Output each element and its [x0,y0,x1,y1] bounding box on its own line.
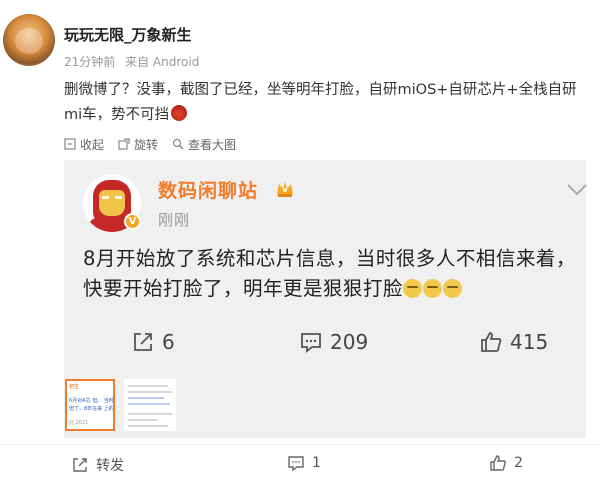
card-repost-count: 6 [162,330,175,354]
chevron-down-icon[interactable] [566,183,588,197]
card-text: 8月开始放了系统和芯片信息，当时很多人不相信来着，快要开始打脸了，明年更是狠狠打… [83,244,583,304]
card-repost-button[interactable]: 6 [132,330,175,354]
doge-emoji-icon [443,279,463,298]
author-avatar[interactable] [3,14,55,66]
repost-icon [134,333,152,351]
doge-emoji-icon [403,279,423,298]
card-text-content: 8月开始放了系统和芯片信息，当时很多人不相信来着，快要开始打脸了，明年更是狠狠打… [83,247,576,300]
post-footer: 转发 1 2 [0,444,600,480]
like-count: 2 [514,455,523,471]
repost-button[interactable]: 转发 [72,455,124,475]
repost-label: 转发 [96,458,124,474]
post-header: 玩玩无限_万象新生 21分钟前 来自 Android [0,0,600,75]
ironman-face-icon [99,190,125,216]
doge-emoji-icon [423,279,443,298]
view-large-label: 查看大图 [188,137,237,152]
like-button[interactable]: 2 [490,455,523,471]
thumb-text: 但了，8年在来 上的 [69,406,114,412]
view-large-button[interactable]: 查看大图 [172,136,236,153]
comment-count: 1 [312,455,321,471]
crown-badge-icon [277,182,293,197]
card-like-count: 415 [510,330,549,354]
collapse-label: 收起 [80,137,105,152]
image-thumbnail-selected[interactable]: 初生 6月对A芯 但。 当时 但了，8年在来 上的 此 2021 [65,379,115,431]
card-comment-button[interactable]: 209 [300,330,368,354]
collapse-button[interactable]: 收起 [64,136,104,153]
comment-icon [301,333,321,353]
magnify-icon [172,138,184,150]
rotate-label: 旋转 [134,137,159,152]
image-toolbar: 收起 旋转 查看大图 [64,134,236,154]
thumbs-up-icon [490,455,506,471]
ironman-eye-icon [102,196,109,199]
author-name[interactable]: 玩玩无限_万象新生 [64,24,192,45]
post-meta: 21分钟前 来自 Android [64,53,205,70]
rotate-button[interactable]: 旋转 [118,136,158,153]
card-comment-count: 209 [330,330,369,354]
card-actions: 6 209 415 [64,330,586,360]
collapse-icon [64,138,76,150]
thumb-text: 此 2021 [69,420,89,426]
thumb-text: 初生 [69,384,80,390]
ironman-eye-icon [115,196,122,199]
card-like-button[interactable]: 415 [480,330,548,354]
image-thumbnail[interactable] [124,379,176,431]
post-source: 来自 Android [125,55,200,69]
comment-button[interactable]: 1 [288,455,321,471]
repost-icon [73,458,87,472]
comment-icon [288,456,304,471]
thumb-text: 6月对A芯 但。 当时 [69,398,114,404]
fire-emoji-icon [171,105,188,121]
card-time: 刚刚 [158,211,191,229]
thumbs-up-icon [481,332,502,352]
post-text: 删微博了？没事，截图了已经，坐等明年打脸，自研miOS+自研芯片+全栈自研mi车… [64,78,594,128]
post-text-content: 删微博了？没事，截图了已经，坐等明年打脸，自研miOS+自研芯片+全栈自研mi车… [64,82,577,123]
card-author-name[interactable]: 数码闲聊站 [158,176,258,203]
rotate-icon [118,138,130,150]
verified-badge: V [124,213,141,230]
post-time[interactable]: 21分钟前 [64,55,115,69]
